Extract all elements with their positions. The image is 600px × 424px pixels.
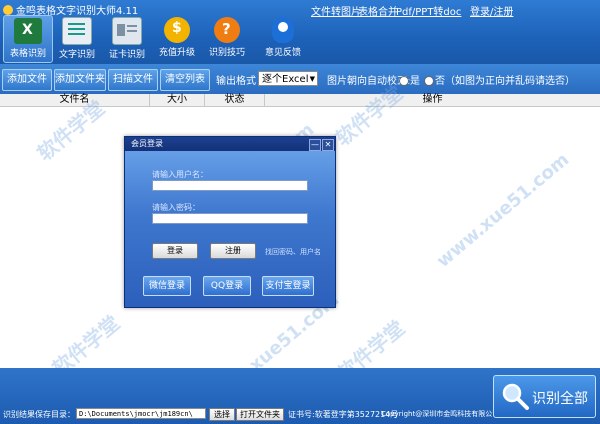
add-file-button[interactable]: 添加文件 xyxy=(2,69,52,91)
tool-card-recognition[interactable]: 证卡识别 xyxy=(103,15,151,61)
password-label: 请输入密码： xyxy=(152,203,200,212)
forgot-password-link[interactable]: 找回密码、用户名 xyxy=(265,247,321,257)
excel-icon: X xyxy=(14,18,42,44)
wechat-login-button[interactable]: 微信登录 xyxy=(143,276,191,296)
tool-label: 识别技巧 xyxy=(208,48,245,58)
chevron-down-icon: ▼ xyxy=(309,75,315,83)
id-card-icon xyxy=(112,17,142,45)
recognize-all-button[interactable]: 识别全部 xyxy=(493,375,596,418)
output-format-label: 输出格式 xyxy=(216,76,256,87)
tool-table-recognition[interactable]: X 表格识别 xyxy=(3,15,53,63)
tool-label: 表格识别 xyxy=(9,49,46,59)
orientation-no-label: 否（如图为正向并乱码请选否） xyxy=(435,76,575,87)
register-button[interactable]: 注册 xyxy=(210,243,256,259)
tool-feedback[interactable]: 意见反馈 xyxy=(259,15,307,61)
close-button[interactable]: ✕ xyxy=(322,139,334,151)
column-header-status[interactable]: 状态 xyxy=(205,94,265,106)
link-file-to-image[interactable]: 文件转图片 xyxy=(311,3,361,18)
orientation-label: 图片朝向自动校正: xyxy=(327,76,411,87)
orientation-yes-radio[interactable] xyxy=(399,76,409,86)
tool-recharge[interactable]: $ 充值升级 xyxy=(153,15,201,61)
column-header-size[interactable]: 大小 xyxy=(150,94,205,106)
output-format-select[interactable]: 逐个Excel ▼ xyxy=(258,71,318,86)
column-header-actions[interactable]: 操作 xyxy=(265,94,600,106)
tool-label: 文字识别 xyxy=(58,50,95,60)
save-dir-label: 识别结果保存目录： xyxy=(3,410,75,419)
username-label: 请输入用户名： xyxy=(152,170,208,179)
orientation-no-radio[interactable] xyxy=(424,76,434,86)
tool-label: 证卡识别 xyxy=(108,50,145,60)
copyright-text: Copyright@深圳市金鸣科技有限公司 xyxy=(381,410,500,418)
qq-login-button[interactable]: QQ登录 xyxy=(203,276,251,296)
login-button[interactable]: 登录 xyxy=(152,243,198,259)
dialog-title-bar[interactable]: 会员登录 xyxy=(125,137,335,151)
password-input[interactable] xyxy=(152,213,308,224)
minimize-button[interactable]: — xyxy=(309,139,321,151)
magnifier-icon xyxy=(502,383,529,410)
tool-text-recognition[interactable]: 文字识别 xyxy=(53,15,101,61)
dialog-title: 会员登录 xyxy=(131,139,163,148)
alipay-login-button[interactable]: 支付宝登录 xyxy=(262,276,314,296)
recognize-all-label: 识别全部 xyxy=(532,391,588,407)
app-logo-icon xyxy=(3,5,13,15)
save-dir-input[interactable]: D:\Documents\jmocr\jm189cn\ xyxy=(76,408,206,419)
login-dialog: 会员登录 — ✕ 请输入用户名： 请输入密码： 登录 注册 找回密码、用户名 微… xyxy=(124,136,336,308)
tool-tips[interactable]: ? 识别技巧 xyxy=(203,15,251,61)
column-header-filename[interactable]: 文件名 xyxy=(0,94,150,106)
output-format-value: 逐个Excel xyxy=(262,74,309,85)
document-icon xyxy=(62,17,92,45)
coin-icon: $ xyxy=(164,17,190,43)
link-login-register[interactable]: 登录/注册 xyxy=(470,3,513,18)
select-dir-button[interactable]: 选择 xyxy=(209,408,235,421)
tool-label: 充值升级 xyxy=(158,48,195,58)
tool-label: 意见反馈 xyxy=(264,48,301,58)
open-folder-button[interactable]: 打开文件夹 xyxy=(236,408,284,421)
feedback-icon xyxy=(272,17,294,43)
scan-file-button[interactable]: 扫描文件 xyxy=(108,69,158,91)
link-table-merge[interactable]: 表格合并 xyxy=(358,3,398,18)
help-icon: ? xyxy=(214,17,240,43)
orientation-yes-label: 是 xyxy=(410,76,420,87)
link-pdf-to-doc[interactable]: Pdf/PPT转doc xyxy=(396,3,461,18)
username-input[interactable] xyxy=(152,180,308,191)
clear-list-button[interactable]: 清空列表 xyxy=(160,69,210,91)
add-folder-button[interactable]: 添加文件夹 xyxy=(54,69,106,91)
